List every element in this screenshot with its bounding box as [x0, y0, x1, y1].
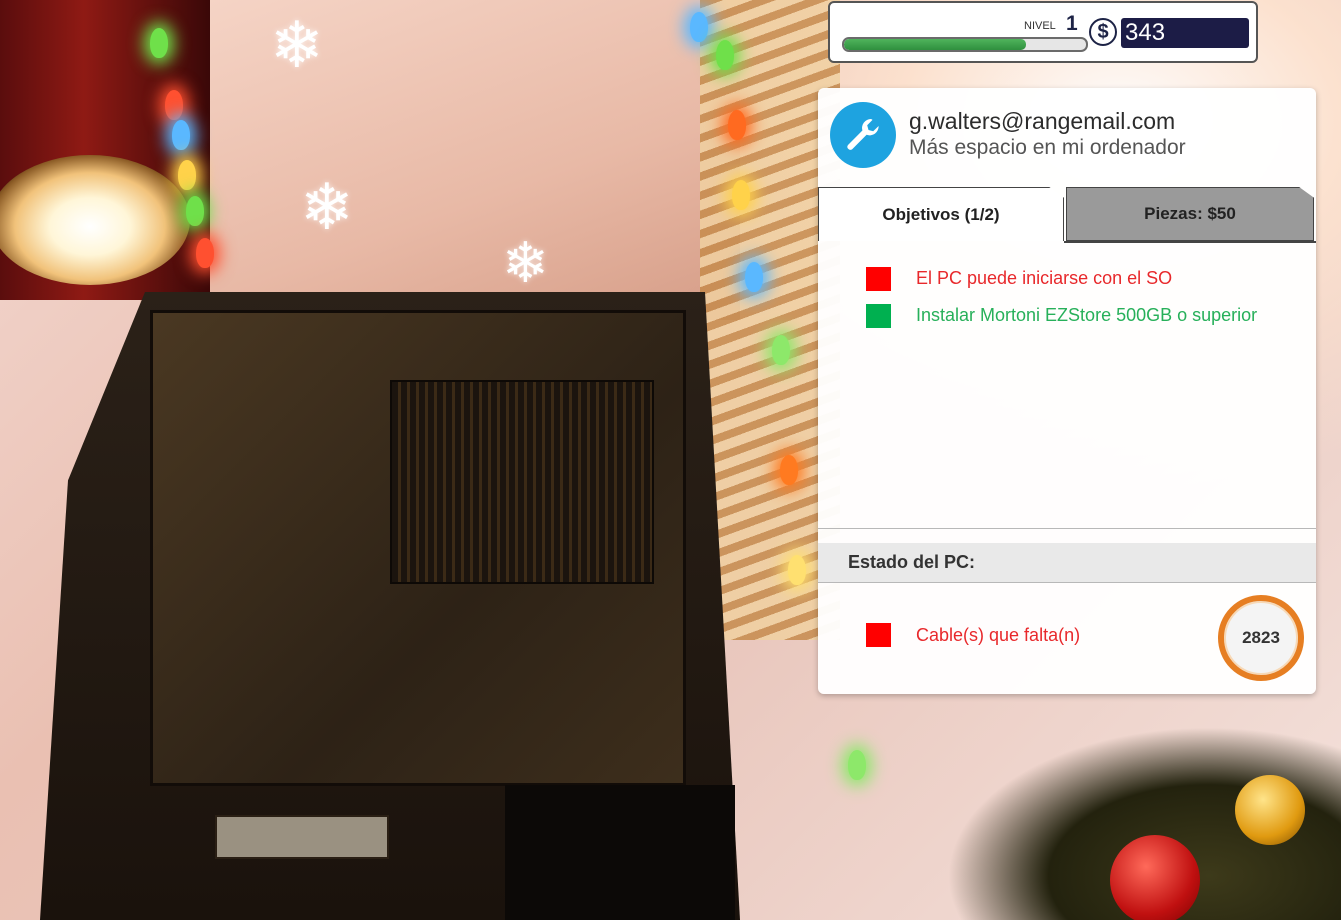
- xp-progress-bar: [842, 37, 1088, 52]
- divider: [818, 582, 1316, 583]
- divider: [818, 528, 1316, 529]
- pc-status-header: Estado del PC:: [818, 543, 1316, 582]
- light-bulb: [196, 238, 214, 268]
- tab-objectives[interactable]: Objetivos (1/2): [818, 187, 1064, 241]
- score-value: 2823: [1242, 628, 1280, 647]
- light-bulb: [186, 196, 204, 226]
- tab-divider: [1064, 241, 1316, 243]
- light-bulb: [772, 335, 790, 365]
- light-bulb: [732, 180, 750, 210]
- issue-text: Cable(s) que falta(n): [916, 624, 1081, 645]
- light-bulb: [745, 262, 763, 292]
- light-bulb: [178, 160, 196, 190]
- score-ring: 2823: [1218, 595, 1304, 681]
- ornament: [1110, 835, 1200, 920]
- job-tabs: Objetivos (1/2) Piezas: $50: [818, 187, 1316, 243]
- wrench-icon: [830, 102, 896, 168]
- objectives-list: El PC puede iniciarse con el SO Instalar…: [866, 260, 1306, 334]
- job-panel: g.walters@rangemail.com Más espacio en m…: [818, 88, 1316, 694]
- snowflake-decoration: ❄: [270, 9, 324, 83]
- money-balance: 343: [1121, 18, 1249, 48]
- light-bulb: [150, 28, 168, 58]
- job-subject: Más espacio en mi ordenador: [909, 136, 1186, 159]
- ornament: [1235, 775, 1305, 845]
- status-issue-item: Cable(s) que falta(n): [866, 623, 1080, 647]
- light-bulb: [690, 12, 708, 42]
- snowflake-decoration: ❄: [502, 231, 549, 296]
- level-label: NIVEL: [1024, 20, 1056, 32]
- customer-email: g.walters@rangemail.com: [909, 108, 1176, 134]
- snowflake-decoration: ❄: [300, 171, 354, 245]
- player-hud: NIVEL 1 $ 343: [828, 1, 1258, 63]
- status-fail-indicator: [866, 266, 891, 291]
- objective-text: Instalar Mortoni EZStore 500GB o superio…: [916, 305, 1258, 325]
- dollar-coin-icon: $: [1089, 18, 1117, 46]
- light-bulb: [780, 455, 798, 485]
- light-bulb: [716, 40, 734, 70]
- light-bulb: [728, 110, 746, 140]
- status-fail-indicator: [866, 623, 891, 647]
- list-item: El PC puede iniciarse con el SO: [866, 260, 1306, 297]
- power-supply[interactable]: [505, 785, 735, 920]
- light-bulb: [172, 120, 190, 150]
- storage-drive[interactable]: [215, 815, 389, 859]
- xp-progress-fill: [844, 39, 1026, 50]
- objective-text: El PC puede iniciarse con el SO: [916, 268, 1173, 288]
- list-item: Instalar Mortoni EZStore 500GB o superio…: [866, 297, 1306, 334]
- tab-parts[interactable]: Piezas: $50: [1066, 187, 1314, 241]
- status-pass-indicator: [866, 303, 891, 328]
- motherboard[interactable]: [390, 380, 654, 584]
- light-bulb: [788, 555, 806, 585]
- ceiling: [140, 0, 740, 320]
- light-bulb: [848, 750, 866, 780]
- wrench-icon-glyph: [847, 119, 879, 150]
- level-value: 1: [1066, 12, 1078, 35]
- light-bulb: [165, 90, 183, 120]
